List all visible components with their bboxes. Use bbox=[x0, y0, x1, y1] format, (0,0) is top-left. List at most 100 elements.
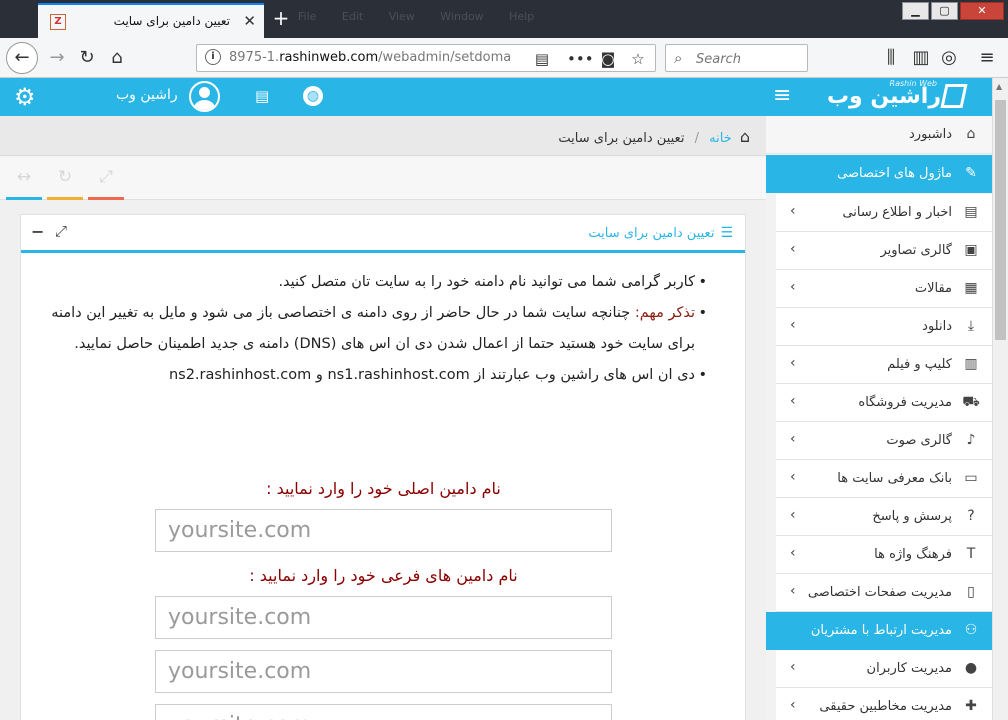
scroll-up-icon[interactable]: ▲ bbox=[996, 82, 1002, 91]
refresh-icon[interactable]: ↻ bbox=[47, 163, 83, 200]
chevron-left-icon: › bbox=[790, 659, 796, 675]
newspaper-icon: ▤ bbox=[964, 204, 978, 220]
sub-domain-input-1[interactable] bbox=[155, 596, 612, 639]
sidebar-item-contacts[interactable]: ✚ مدیریت مخاطبین حقیقی › bbox=[776, 688, 992, 720]
page-scrollbar[interactable]: ▲ bbox=[992, 78, 1008, 720]
sidebar-item-download[interactable]: ⤓ دانلود › bbox=[776, 308, 992, 346]
sidebar-item-dashboard[interactable]: ⌂ داشبورد bbox=[766, 116, 992, 154]
speaker-icon: ♪ bbox=[966, 432, 976, 448]
question-icon: ? bbox=[967, 508, 975, 524]
fullscreen-icon[interactable]: ⤢ bbox=[88, 163, 124, 200]
url-bar[interactable]: i 8975-1.rashinweb.com/webadmin/setdoma … bbox=[196, 44, 656, 72]
globe-icon[interactable]: ◍ bbox=[303, 86, 323, 106]
search-input[interactable] bbox=[696, 50, 801, 68]
search-icon: ⌕ bbox=[674, 49, 683, 67]
chevron-left-icon: › bbox=[790, 241, 796, 257]
page-toolbar: ↔ ↻ ⤢ bbox=[0, 157, 766, 200]
users-icon: ⚇ bbox=[964, 622, 978, 638]
site-logo[interactable]: راشین وب Rashin Web bbox=[815, 78, 968, 116]
panel-minimize-icon[interactable]: − bbox=[31, 222, 44, 241]
scroll-thumb[interactable] bbox=[995, 100, 1006, 340]
background-menu-text: File Edit View Window Help bbox=[298, 10, 535, 23]
tab-close-icon[interactable]: ✕ bbox=[243, 12, 256, 30]
download-icon: ⤓ bbox=[967, 318, 975, 334]
window-close-button[interactable]: ✕ bbox=[960, 2, 1004, 20]
breadcrumb-home-link[interactable]: خانه bbox=[709, 131, 732, 146]
globe-icon[interactable]: ◎ bbox=[934, 43, 964, 73]
minimize-button[interactable]: ▁ bbox=[902, 2, 929, 20]
server-icon[interactable]: ▤ bbox=[255, 87, 269, 105]
sub-domain-label: نام دامین های فرعی خود را وارد نمایید : bbox=[249, 566, 518, 585]
main-content: ⌂ خانه / تعیین دامین برای سایت ↔ ↻ ⤢ ☰تع… bbox=[0, 116, 766, 720]
avatar[interactable] bbox=[189, 81, 220, 112]
list-item: کاربر گرامی شما می توانید نام دامنه خود … bbox=[35, 267, 707, 298]
ns2-text: ns2.rashinhost.com bbox=[168, 367, 312, 383]
new-tab-button[interactable]: + bbox=[270, 7, 292, 29]
home-icon[interactable]: ⌂ bbox=[102, 43, 132, 73]
important-label: تذکر مهم: bbox=[634, 305, 695, 321]
breadcrumb: ⌂ خانه / تعیین دامین برای سایت bbox=[0, 116, 766, 156]
sidebar-item-custom-pages[interactable]: ▯ مدیریت صفحات اختصاصی › bbox=[776, 574, 992, 612]
reader-icon[interactable]: ▤ bbox=[531, 48, 553, 70]
panel-header: ☰تعیین دامین برای سایت − ⤢ bbox=[21, 215, 745, 253]
chevron-left-icon: › bbox=[790, 545, 796, 561]
chevron-left-icon: › bbox=[790, 203, 796, 219]
chevron-left-icon: › bbox=[790, 469, 796, 485]
library-icon[interactable]: ⫼ bbox=[876, 43, 906, 73]
chevron-left-icon: › bbox=[790, 393, 796, 409]
sub-domain-input-3[interactable] bbox=[155, 704, 612, 720]
forward-icon[interactable]: → bbox=[42, 43, 72, 73]
chevron-left-icon: › bbox=[790, 355, 796, 371]
sidebar-item-image-gallery[interactable]: ▣ گالری تصاویر › bbox=[776, 232, 992, 270]
sidebar-item-clips[interactable]: ▥ کلیپ و فیلم › bbox=[776, 346, 992, 384]
panel-title: ☰تعیین دامین برای سایت bbox=[588, 225, 733, 241]
pocket-icon[interactable]: ◙ bbox=[597, 48, 619, 70]
site-favicon-icon: Z bbox=[50, 14, 66, 30]
collapse-arrows-icon[interactable]: ↔ bbox=[6, 163, 42, 200]
chevron-left-icon: › bbox=[790, 317, 796, 333]
sidebar-nav: ⌂ داشبورد ✎ ماژول های اختصاصی ▤ اخبار و … bbox=[766, 116, 992, 720]
sidebar-item-custom-modules[interactable]: ✎ ماژول های اختصاصی bbox=[766, 155, 992, 193]
username[interactable]: راشین وب bbox=[116, 87, 178, 103]
url-text[interactable]: 8975-1.rashinweb.com/webadmin/setdoma bbox=[229, 50, 525, 65]
sidebar-item-users[interactable]: ● مدیریت کاربران › bbox=[776, 650, 992, 688]
document-icon: ▦ bbox=[964, 280, 978, 296]
admin-header: ⚙ ▤ ◍ راشین وب ≡ راشین وب Rashin Web bbox=[0, 78, 992, 116]
info-icon[interactable]: i bbox=[205, 49, 221, 65]
sub-domain-input-2[interactable] bbox=[155, 650, 612, 693]
sidebar-item-site-bank[interactable]: ▭ بانک معرفی سایت ها › bbox=[776, 460, 992, 498]
sidebar-item-glossary[interactable]: T فرهنگ واژه ها › bbox=[776, 536, 992, 574]
pencil-icon: ✎ bbox=[965, 165, 977, 181]
browser-tab[interactable]: Z تعیین دامین برای سایت ✕ bbox=[38, 3, 264, 38]
file-icon: ▯ bbox=[967, 584, 975, 600]
chevron-left-icon: › bbox=[790, 279, 796, 295]
sidebar-item-crm[interactable]: ⚇ مدیریت ارتباط با مشتریان bbox=[766, 612, 992, 650]
image-icon: ▣ bbox=[964, 242, 978, 258]
bookmark-star-icon[interactable]: ☆ bbox=[627, 48, 649, 70]
sidebar-item-faq[interactable]: ? پرسش و پاسخ › bbox=[776, 498, 992, 536]
sidebar-icon[interactable]: ▥ bbox=[906, 43, 936, 73]
back-icon[interactable]: ← bbox=[6, 42, 38, 74]
sidebar-item-shop[interactable]: ⛟ مدیریت فروشگاه › bbox=[776, 384, 992, 422]
logo-mark-icon bbox=[940, 84, 968, 108]
browser-titlebar: Z تعیین دامین برای سایت ✕ + File Edit Vi… bbox=[0, 0, 1008, 38]
menu-toggle-icon[interactable]: ≡ bbox=[773, 83, 791, 108]
sidebar-item-audio-gallery[interactable]: ♪ گالری صوت › bbox=[776, 422, 992, 460]
search-box[interactable]: ⌕ bbox=[665, 44, 808, 72]
list-item: دی ان اس های راشین وب عبارتند از ns1.ras… bbox=[35, 360, 707, 391]
logo-en-text: Rashin Web bbox=[889, 79, 937, 88]
sidebar-item-news[interactable]: ▤ اخبار و اطلاع رسانی › bbox=[776, 194, 992, 232]
ns1-text: ns1.rashinhost.com bbox=[327, 367, 470, 383]
domain-panel: ☰تعیین دامین برای سایت − ⤢ کاربر گرامی ش… bbox=[20, 214, 746, 720]
chevron-left-icon: › bbox=[790, 583, 796, 599]
panel-expand-icon[interactable]: ⤢ bbox=[55, 222, 67, 240]
reload-icon[interactable]: ↻ bbox=[72, 43, 102, 73]
maximize-button[interactable]: ▢ bbox=[931, 2, 958, 20]
home-icon[interactable]: ⌂ bbox=[740, 127, 750, 146]
more-icon[interactable]: ••• bbox=[567, 48, 594, 70]
notes-list: کاربر گرامی شما می توانید نام دامنه خود … bbox=[35, 267, 707, 391]
sidebar-item-articles[interactable]: ▦ مقالات › bbox=[776, 270, 992, 308]
hamburger-icon[interactable]: ≡ bbox=[972, 43, 1002, 73]
main-domain-input[interactable] bbox=[155, 509, 612, 552]
gear-icon[interactable]: ⚙ bbox=[14, 83, 36, 111]
